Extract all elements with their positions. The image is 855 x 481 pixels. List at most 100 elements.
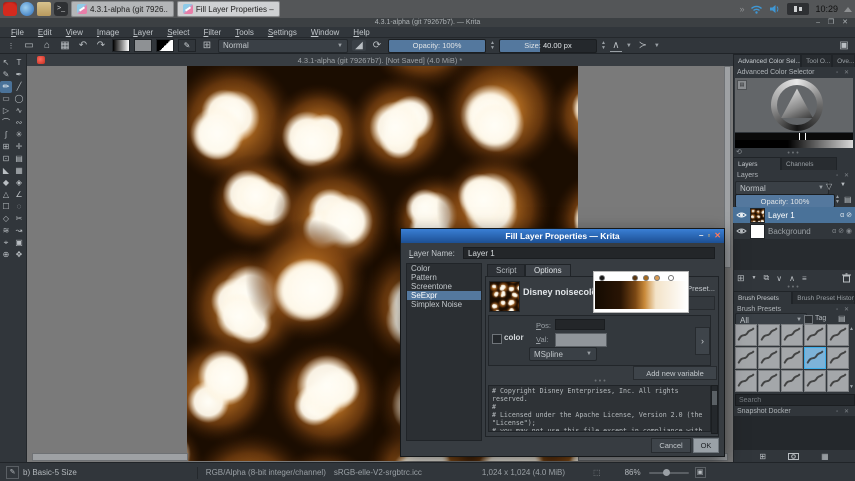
ramp-marker[interactable] [668,275,674,281]
add-layer-button[interactable]: ⊞ [737,273,745,284]
eject-icon[interactable] [844,7,852,12]
terminal-icon[interactable]: >_ [54,2,68,16]
brush-preset[interactable] [827,347,849,369]
wraparound-options-arrow[interactable]: ▼ [654,43,660,49]
help[interactable]: Help [346,28,376,37]
reload-preset-icon[interactable]: ⟳ [370,40,384,51]
calligraphy-tool[interactable]: ✒ [13,69,25,81]
dynamic-brush-tool[interactable]: ∫ [0,129,12,141]
opacity-slider[interactable]: Opacity: 100% [388,39,486,53]
layer[interactable]: Layer [126,28,160,37]
freehand-brush-tool[interactable]: ✏ [0,81,12,93]
tray-expand-icon[interactable]: » [739,4,744,14]
save-icon[interactable]: ▦ [58,40,72,51]
wraparound-mode-icon[interactable]: ≻ [636,40,650,51]
pan-tool[interactable]: ✥ [13,249,25,261]
interpolation-dropdown[interactable]: MSpline▼ [529,347,597,361]
mirror-canvas-icon[interactable]: ∧ [610,40,622,52]
gradient-tool[interactable]: ▤ [13,153,25,165]
ramp-marker[interactable] [632,275,638,281]
measure-tool[interactable]: ∠ [13,189,25,201]
gradient-chooser[interactable] [112,39,130,52]
next-variable-button[interactable]: › [695,327,710,355]
clock[interactable]: 10:29 [815,4,838,14]
hide-dockers-icon[interactable]: ▣ [837,40,851,51]
taskbar-window-fill-layer-dialog[interactable]: Fill Layer Properties – [177,1,280,17]
zoom-level[interactable]: 86% [625,468,641,477]
brush-preset[interactable] [804,347,826,369]
freehand-select-tool[interactable]: ✂ [13,213,25,225]
dock-splitter-handle[interactable]: ••• [733,284,855,291]
color-selector-header[interactable]: Advanced Color Selector ▫ ✕ [733,67,855,77]
eraser-mode-icon[interactable]: ◢ [352,40,366,51]
move-tool[interactable]: ✛ [13,141,25,153]
size-spinner[interactable]: ▲▼ [601,41,606,51]
dialog-minimize-button[interactable]: – [699,231,703,240]
cancel-button[interactable]: Cancel [651,438,691,453]
text-tool[interactable]: T [13,57,25,69]
brush-preset[interactable] [735,324,757,346]
ramp-marker[interactable] [654,275,660,281]
filter[interactable]: Filter [196,28,228,37]
preset-scroll-down[interactable]: ▼ [849,384,854,390]
docker-header-icons[interactable]: ▫ ✕ [836,69,851,76]
brush-preset[interactable] [758,370,780,392]
window-titlebar[interactable]: 4.3.1-alpha (git 79267b7). — Krita – ❐ ✕ [0,18,855,27]
duplicate-layer-button[interactable]: ⧉ [764,273,770,283]
snapshot-docker-header[interactable]: Snapshot Docker ▫ ✕ [733,406,855,416]
window-controls[interactable]: – ❐ ✕ [816,18,851,26]
toolbar-grip-icon[interactable]: ⋮ [4,42,18,50]
tab-tool-options[interactable]: Tool O... [801,54,832,67]
reference-images-tool[interactable]: ▣ [13,237,25,249]
tab-advanced-color-selector[interactable]: Advanced Color Sel... [733,54,801,67]
move-layer-up-button[interactable]: ∧ [789,274,795,283]
similar-select-tool[interactable]: ≋ [0,225,12,237]
layer-filter-icon[interactable]: ▽ [826,182,832,191]
seexpr[interactable]: SeExpr [407,291,481,300]
browser-icon[interactable] [20,2,34,16]
move-layer-down-button[interactable]: ∨ [776,274,782,283]
brush-size-slider[interactable]: Size: 40.00 px [499,39,597,53]
brush-preset[interactable] [827,324,849,346]
brush-search-input[interactable] [735,394,855,406]
rectangle-tool[interactable]: ▭ [0,93,12,105]
layer-props-button[interactable]: ≡ [802,274,807,283]
file[interactable]: File [4,28,31,37]
brush-preset[interactable] [781,324,803,346]
brush-preset[interactable] [735,370,757,392]
polygon-tool[interactable]: ▷ [0,105,12,117]
brush-preset[interactable] [827,370,849,392]
simplex-noise[interactable]: Simplex Noise [407,300,481,309]
color-selector-widget[interactable]: ▤ [735,78,853,132]
selection-mode-icon[interactable]: ⬚ [593,468,601,477]
ramp-marker[interactable] [643,275,649,281]
brush-preset[interactable] [781,370,803,392]
assistants-tool[interactable]: △ [0,189,12,201]
open-document-icon[interactable]: ⌂ [40,40,54,51]
dialog-titlebar[interactable]: Fill Layer Properties — Krita – ▫ ✕ [401,229,724,243]
create-snapshot-icon[interactable]: ⊞ [759,452,766,461]
color[interactable]: Color [407,264,481,273]
variable-checkbox[interactable] [492,334,502,344]
ramp-marker[interactable] [599,275,605,281]
taskbar-window-krita[interactable]: 4.3.1-alpha (git 7926.. [71,1,174,17]
ellipse-select-tool[interactable]: ◌ [13,201,25,213]
tab-channels[interactable]: Channels [781,157,837,170]
transform-tool[interactable]: ⊞ [0,141,12,153]
layer-thumbnail[interactable] [750,224,765,239]
layer-badges[interactable]: α ⊘ ◉ [832,227,852,235]
fill-tool[interactable]: ◆ [0,177,12,189]
layer-filter-arrow[interactable]: ▼ [840,182,846,188]
new-document-icon[interactable]: ▭ [22,40,36,51]
layer-blending-dropdown[interactable]: Normal▼ [735,181,829,195]
tab-brush-presets[interactable]: Brush Presets [733,291,792,304]
zoom-tool[interactable]: ⊕ [0,249,12,261]
ellipse-tool[interactable]: ◯ [13,93,25,105]
file-manager-icon[interactable] [37,2,51,16]
screentone[interactable]: Screentone [407,282,481,291]
camera-icon[interactable] [788,452,799,460]
polygon-select-tool[interactable]: ◇ [0,213,12,225]
bezier-curve-tool[interactable]: ⌒ [0,117,12,129]
tag-checkbox[interactable] [804,315,813,324]
brush-preset[interactable] [804,324,826,346]
